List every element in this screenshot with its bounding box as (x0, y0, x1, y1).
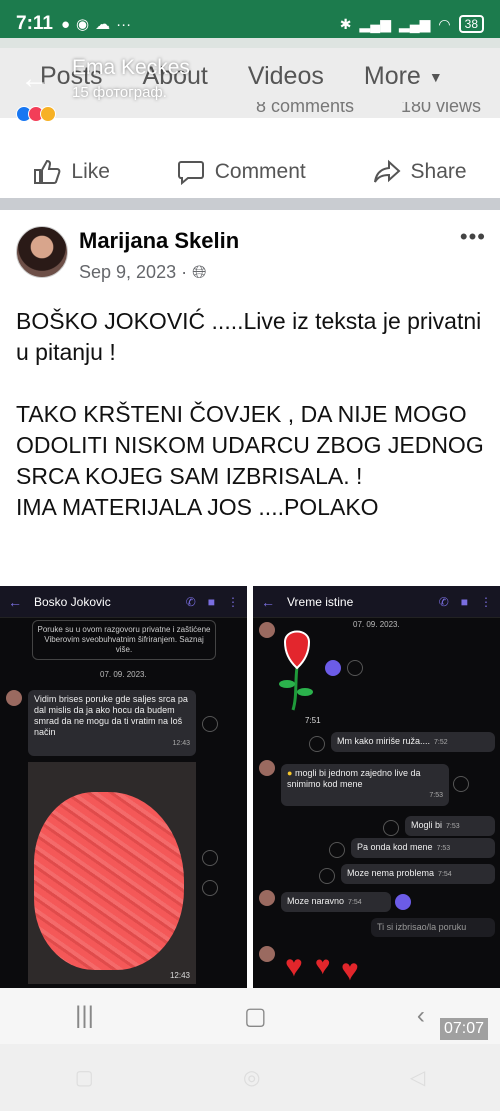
chat-message: Mm kako miriše ruža.... 7:52 (331, 732, 495, 752)
care-reaction-icon (40, 106, 56, 122)
encryption-notice: Poruke su u ovom razgovoru privatne i za… (32, 620, 216, 660)
react-icon (319, 868, 335, 884)
like-button[interactable]: Like (33, 159, 110, 185)
forward-icon (202, 850, 218, 866)
post-separator (0, 198, 500, 210)
menu-icon: ⋮ (227, 594, 239, 609)
chat-message: Moze naravno 7:54 (281, 892, 391, 912)
post-author[interactable]: Marijana Skelin (79, 228, 239, 254)
avatar (259, 890, 275, 906)
share-button[interactable]: Share (373, 159, 467, 185)
globe-icon: 🌐︎ (192, 262, 207, 282)
chat-icon: ● (60, 15, 71, 33)
back-icon[interactable]: ‹ (417, 1002, 425, 1030)
more-dots-icon: ··· (116, 15, 132, 33)
chat-name: Bosko Jokovic (34, 594, 111, 609)
react-icon (202, 880, 218, 896)
react-icon (202, 716, 218, 732)
home-icon[interactable]: ▢ (244, 1002, 267, 1031)
chat-message: Mogli bi 7:53 (405, 816, 495, 836)
views-count: 180 views (401, 102, 482, 116)
recent-apps-icon: ▢ (74, 1067, 94, 1089)
rose-sticker-icon (279, 630, 313, 711)
avatar (6, 690, 22, 706)
censored-image: 12:43 (28, 762, 196, 984)
post-header: Marijana Skelin Sep 9, 2023 · 🌐︎ ••• (16, 224, 486, 284)
cloud-icon: ☁ (95, 16, 111, 33)
chat-screenshot-2[interactable]: ← Vreme istine ✆ ■ ⋮ 07. 09. 2023. 7:51 … (253, 586, 500, 988)
bluetooth-icon: ✱ (339, 15, 352, 32)
heart-reaction-icon (395, 894, 411, 910)
react-icon (309, 736, 325, 752)
chat-message: ● mogli bi jednom zajedno live da snimim… (281, 764, 449, 806)
video-timestamp: 07:07 (439, 1018, 488, 1040)
status-time: 7:11 (16, 13, 53, 34)
red-scribble (34, 792, 184, 970)
heart-sticker-icon: ♥ (315, 950, 331, 980)
avatar (259, 622, 275, 638)
post-date[interactable]: Sep 9, 2023 · 🌐︎ (79, 262, 207, 283)
chat-header: ← Bosko Jokovic ✆ ■ ⋮ (0, 586, 247, 618)
phone-icon: ✆ (438, 594, 449, 609)
comments-count[interactable]: 8 comments (256, 102, 354, 117)
chat-message: Pa onda kod mene 7:53 (351, 838, 495, 858)
forward-icon (347, 660, 363, 676)
messenger-icon: ◉ (76, 16, 90, 33)
overlay-subtitle: 15 фотограф. (72, 84, 167, 101)
grin-emoji-icon: ● (287, 768, 293, 778)
react-icon (453, 776, 469, 792)
prev-post-stats: 8 comments 180 views (16, 102, 486, 124)
back-arrow-icon: ← (8, 593, 22, 610)
video-icon: ■ (460, 594, 468, 609)
tab-more[interactable]: More ▼ (364, 62, 443, 91)
overlay-name: Ema Keckes (72, 56, 190, 79)
avatar[interactable] (16, 226, 68, 278)
back-icon: ◁ (409, 1067, 426, 1089)
post-menu-icon[interactable]: ••• (460, 224, 486, 250)
phone-icon: ✆ (185, 594, 196, 609)
heart-reaction-icon (325, 660, 341, 676)
back-arrow-icon[interactable]: ← (18, 62, 52, 96)
home-icon: ◎ (243, 1067, 261, 1089)
heart-sticker-icon: ♥ (341, 954, 359, 987)
android-nav-bar: ||| ▢ ‹ 07:07 (0, 988, 500, 1044)
share-icon (373, 159, 401, 183)
react-icon (329, 842, 345, 858)
avatar (259, 760, 275, 776)
post-text: BOŠKO JOKOVIĆ .....Live iz teksta je pri… (16, 308, 484, 520)
post-images[interactable]: ← Bosko Jokovic ✆ ■ ⋮ Poruke su u ovom r… (0, 586, 500, 988)
react-icon (383, 820, 399, 836)
caret-down-icon: ▼ (428, 69, 443, 86)
back-arrow-icon: ← (261, 593, 275, 610)
heart-sticker-icon: ♥ (285, 950, 303, 983)
ghost-nav-bar: ▢ ◎ ◁ (0, 1044, 500, 1111)
chat-name: Vreme istine (287, 594, 354, 609)
comment-icon (177, 161, 204, 185)
deleted-message: Ti si izbrisao/la poruku (371, 918, 495, 937)
wifi-icon: ◠ (438, 15, 451, 32)
chat-message: Moze nema problema 7:54 (341, 864, 495, 884)
tab-videos[interactable]: Videos (248, 62, 324, 91)
comment-button[interactable]: Comment (177, 159, 306, 185)
reaction-icons (16, 106, 56, 122)
chat-date: 07. 09. 2023. (353, 620, 400, 629)
menu-icon: ⋮ (480, 594, 492, 609)
avatar (259, 946, 275, 962)
thumbs-up-icon (34, 159, 61, 184)
video-icon: ■ (207, 594, 215, 609)
chat-message: Vidim brises poruke gde saljes srca pa d… (28, 690, 196, 756)
chat-date: 07. 09. 2023. (100, 670, 147, 679)
signal-icon: ▂▄▆ (359, 15, 391, 32)
post-actions: Like Comment Share (0, 146, 500, 198)
recent-apps-icon[interactable]: ||| (75, 1002, 94, 1030)
signal-icon: ▂▄▆ (398, 15, 431, 32)
chat-header: ← Vreme istine ✆ ■ ⋮ (253, 586, 500, 618)
battery-icon: 38 (458, 15, 484, 33)
chat-screenshot-1[interactable]: ← Bosko Jokovic ✆ ■ ⋮ Poruke su u ovom r… (0, 586, 247, 988)
